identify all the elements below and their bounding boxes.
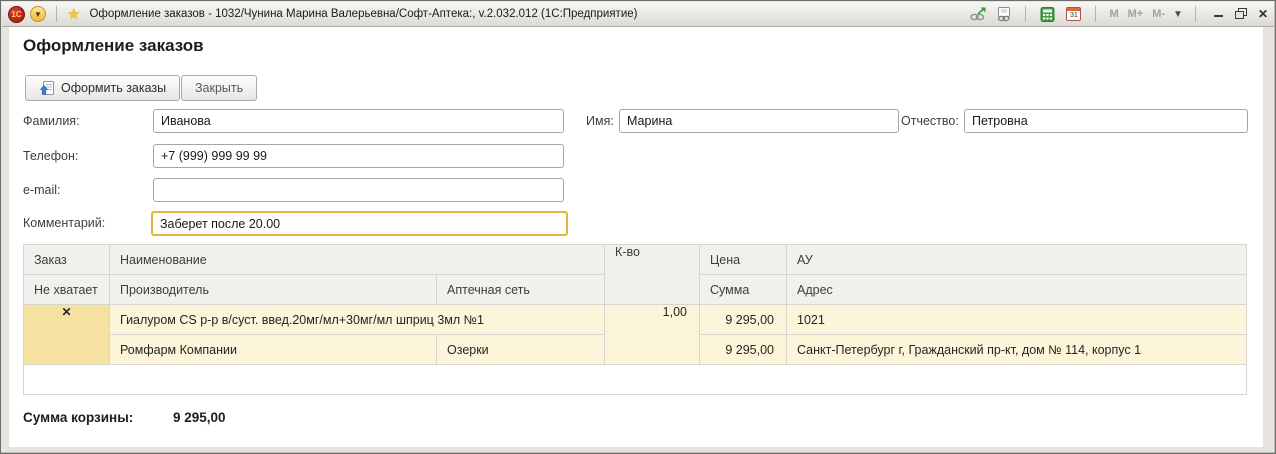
titlebar-separator	[1195, 6, 1196, 22]
document-upload-icon	[39, 80, 55, 96]
address-cell[interactable]: Санкт-Петербург г, Гражданский пр-кт, до…	[787, 335, 1247, 365]
col-manufacturer-header[interactable]: Производитель	[110, 275, 437, 305]
comment-label: Комментарий:	[23, 211, 105, 235]
au-cell[interactable]: 1021	[787, 305, 1247, 335]
form-content: Оформление заказов Оформить заказы Закры…	[9, 27, 1263, 447]
qty-cell[interactable]: 1,00	[605, 305, 700, 365]
email-input[interactable]	[153, 178, 564, 202]
submit-orders-label: Оформить заказы	[61, 81, 166, 95]
pharmacy-chain-cell[interactable]: Озерки	[437, 335, 605, 365]
close-form-button[interactable]: Закрыть	[181, 75, 257, 101]
memory-recall-button[interactable]: M	[1108, 8, 1119, 20]
middlename-input[interactable]	[964, 109, 1248, 133]
go-to-link-icon	[969, 6, 987, 22]
1c-logo-icon: 1С	[8, 6, 25, 23]
app-window: 1С ▼ ★ Оформление заказов - 1032/Чунина …	[0, 0, 1276, 454]
minimize-icon	[1214, 15, 1223, 17]
go-to-link-button[interactable]	[968, 6, 987, 23]
firstname-input[interactable]	[619, 109, 899, 133]
titlebar-separator	[1095, 6, 1096, 22]
col-shortage-header[interactable]: Не хватает	[24, 275, 110, 305]
manufacturer-cell[interactable]: Ромфарм Компании	[110, 335, 437, 365]
calendar-button[interactable]: 31	[1064, 6, 1083, 23]
email-label: e-mail:	[23, 178, 61, 202]
col-chain-header[interactable]: Аптечная сеть	[437, 275, 605, 305]
favorites-star-icon[interactable]: ★	[67, 7, 80, 22]
col-name-header[interactable]: Наименование	[110, 245, 605, 275]
titlebar: 1С ▼ ★ Оформление заказов - 1032/Чунина …	[2, 2, 1274, 27]
titlebar-more-button[interactable]: ▼	[1173, 9, 1183, 20]
price-cell[interactable]: 9 295,00	[700, 305, 787, 335]
minimize-button[interactable]	[1214, 8, 1223, 20]
shortage-mark-cell: ✕	[24, 305, 110, 365]
product-name-cell[interactable]: Гиалуром CS р-р в/суст. введ.20мг/мл+30м…	[110, 305, 605, 335]
middlename-label: Отчество:	[901, 109, 959, 133]
main-menu-button[interactable]: ▼	[30, 6, 46, 22]
page-title: Оформление заказов	[23, 36, 204, 56]
cart-sum-value: 9 295,00	[173, 410, 226, 425]
sum-cell[interactable]: 9 295,00	[700, 335, 787, 365]
close-icon: ✕	[1258, 7, 1268, 21]
close-form-label: Закрыть	[195, 81, 243, 95]
phone-label: Телефон:	[23, 144, 78, 168]
titlebar-separator	[1025, 6, 1026, 22]
restore-button[interactable]	[1235, 8, 1246, 21]
restore-icon	[1235, 8, 1246, 18]
submit-orders-button[interactable]: Оформить заказы	[25, 75, 180, 101]
memory-subtract-button[interactable]: M-	[1151, 8, 1166, 20]
firstname-label: Имя:	[586, 109, 614, 133]
table-header-row-1: Заказ Наименование К-во Цена АУ	[24, 245, 1247, 275]
calculator-icon	[1040, 7, 1055, 22]
phone-input[interactable]	[153, 144, 564, 168]
table-empty-area	[24, 365, 1247, 395]
cart-sum-label: Сумма корзины:	[23, 410, 133, 425]
col-price-header[interactable]: Цена	[700, 245, 787, 275]
lastname-label: Фамилия:	[23, 109, 80, 133]
calculator-button[interactable]	[1038, 6, 1057, 23]
orders-table: Заказ Наименование К-во Цена АУ Не хвата…	[23, 244, 1247, 395]
col-sum-header[interactable]: Сумма	[700, 275, 787, 305]
col-address-header[interactable]: Адрес	[787, 275, 1247, 305]
col-qty-header[interactable]: К-во	[605, 245, 700, 305]
table-row[interactable]: ✕ Гиалуром CS р-р в/суст. введ.20мг/мл+3…	[24, 305, 1247, 335]
col-order-header[interactable]: Заказ	[24, 245, 110, 275]
chevron-down-icon: ▼	[34, 10, 42, 19]
shortage-x-icon: ✕	[61, 305, 71, 319]
lastname-input[interactable]	[153, 109, 564, 133]
get-link-button[interactable]	[994, 6, 1013, 23]
col-au-header[interactable]: АУ	[787, 245, 1247, 275]
memory-add-button[interactable]: M+	[1127, 8, 1145, 20]
comment-input[interactable]	[151, 211, 568, 236]
get-link-icon	[995, 6, 1013, 22]
titlebar-separator	[56, 6, 57, 22]
close-button[interactable]: ✕	[1258, 8, 1268, 20]
calendar-icon: 31	[1066, 7, 1081, 21]
window-title: Оформление заказов - 1032/Чунина Марина …	[89, 8, 637, 20]
